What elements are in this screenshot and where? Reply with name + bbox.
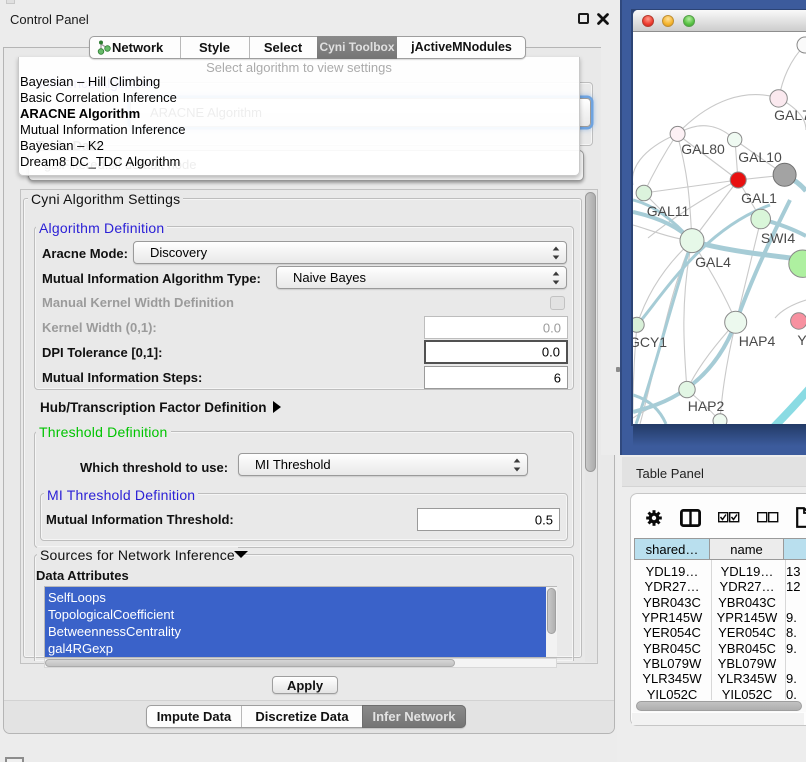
svg-text:GAL10: GAL10 <box>738 149 782 165</box>
svg-text:HAP2: HAP2 <box>688 398 725 414</box>
svg-text:GCY1: GCY1 <box>633 334 667 350</box>
svg-text:GAL11: GAL11 <box>647 203 690 219</box>
svg-text:Y: Y <box>797 332 806 348</box>
svg-text:GAL4: GAL4 <box>695 254 731 270</box>
svg-text:GAL80: GAL80 <box>681 141 725 157</box>
svg-text:SWI4: SWI4 <box>761 230 795 246</box>
svg-text:GAL7: GAL7 <box>774 107 806 123</box>
svg-text:GAL1: GAL1 <box>741 190 777 206</box>
svg-text:HAP4: HAP4 <box>739 333 776 349</box>
